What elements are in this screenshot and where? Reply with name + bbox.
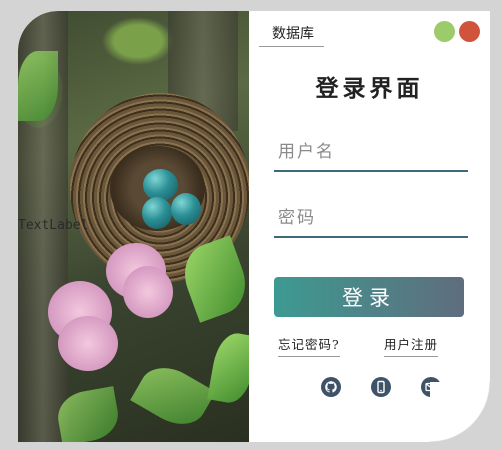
register-link[interactable]: 用户注册: [384, 334, 439, 357]
app-name-label: 数据库: [259, 23, 324, 47]
github-icon[interactable]: [321, 377, 341, 397]
egg-image: [171, 193, 201, 225]
page-title: 登录界面: [315, 75, 424, 102]
nest-photo: TextLabel: [18, 11, 249, 442]
password-input[interactable]: [274, 200, 468, 238]
login-window: TextLabel 数据库 登录界面 登录 忘记密码? 用户注册: [18, 11, 490, 442]
close-button[interactable]: [459, 21, 480, 42]
forgot-password-link[interactable]: 忘记密码?: [278, 334, 340, 357]
username-input[interactable]: [274, 134, 468, 172]
overlay-text-label: TextLabel: [18, 218, 89, 233]
minimize-button[interactable]: [434, 21, 455, 42]
mail-icon[interactable]: [421, 377, 441, 397]
login-form: 数据库 登录界面 登录 忘记密码? 用户注册: [249, 11, 490, 442]
egg-image: [142, 197, 172, 229]
phone-icon[interactable]: [371, 377, 391, 397]
login-button[interactable]: 登录: [274, 277, 464, 317]
egg-image: [143, 169, 178, 201]
